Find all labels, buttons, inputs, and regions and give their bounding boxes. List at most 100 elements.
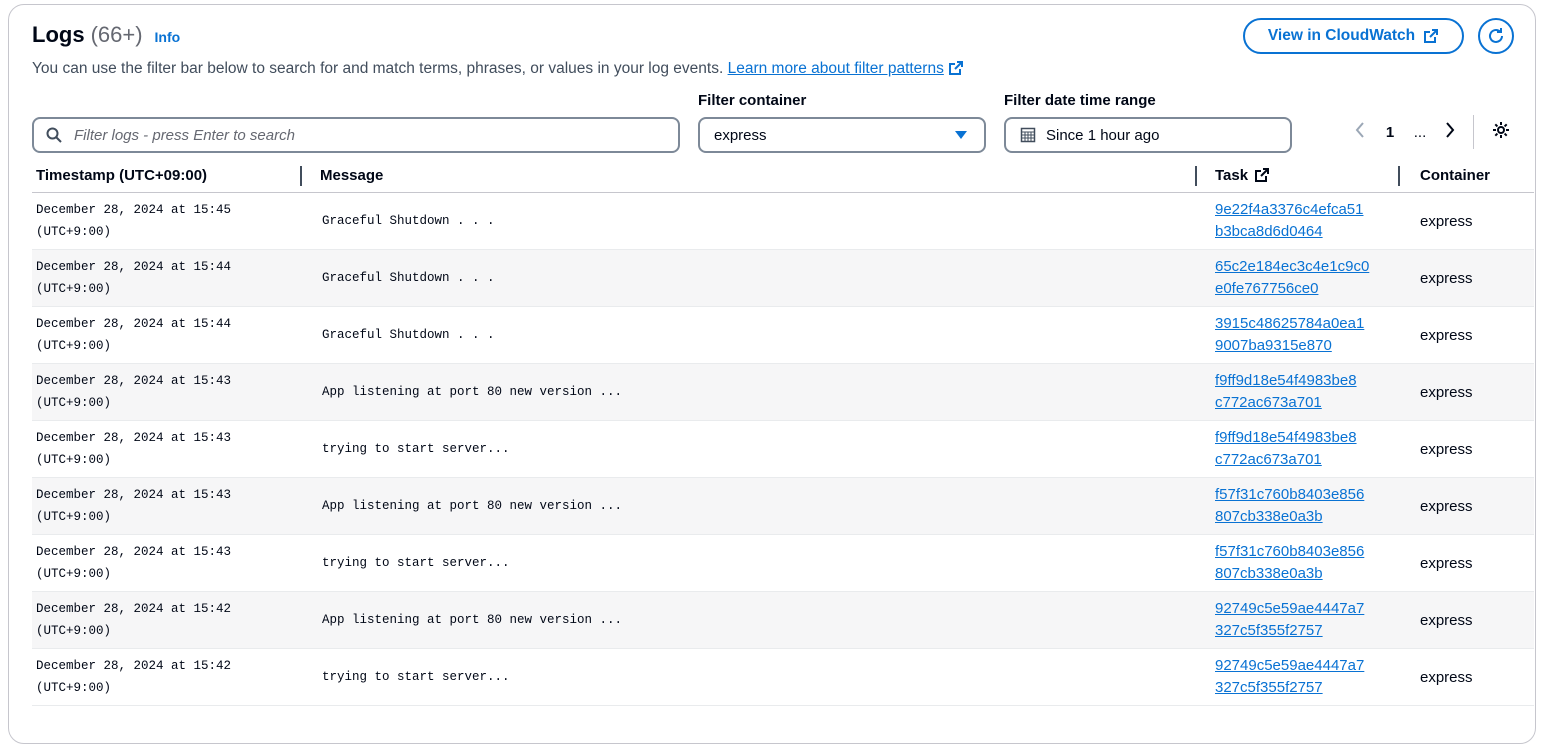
table-row: December 28, 2024 at 15:42 (UTC+9:00) App … [32, 591, 1534, 649]
task-id-part: 92749c5e59ae4447a7 [1215, 657, 1365, 674]
timestamp-cell: December 28, 2024 at 15:45 (UTC+9:00) [32, 192, 302, 250]
timestamp-tz: (UTC+9:00) [36, 567, 112, 581]
external-link-icon [1424, 29, 1439, 43]
table-row: December 28, 2024 at 15:44 (UTC+9:00) Grac… [32, 249, 1534, 307]
info-link[interactable]: Info [155, 29, 181, 45]
task-cell: 92749c5e59ae4447a7 327c5f355f2757 [1197, 591, 1400, 649]
task-id-link[interactable]: 9e22f4a3376c4efca51 b3bca8d6d0464 [1197, 199, 1385, 243]
task-id-link[interactable]: 92749c5e59ae4447a7 327c5f355f2757 [1197, 598, 1385, 642]
task-id-part: f9ff9d18e54f4983be8 [1215, 372, 1357, 389]
timestamp-date: December 28, 2024 at 15:43 [36, 545, 232, 559]
search-icon [46, 127, 62, 143]
task-id-part: 327c5f355f2757 [1215, 679, 1323, 696]
external-link-icon [948, 61, 963, 75]
task-cell: 3915c48625784a0ea1 9007ba9315e870 [1197, 306, 1400, 364]
filter-date-range[interactable]: Since 1 hour ago [1004, 117, 1292, 153]
container-cell: express [1400, 648, 1534, 706]
task-cell: 65c2e184ec3c4e1c9c0 e0fe767756ce0 [1197, 249, 1400, 307]
message-cell: trying to start server... [302, 534, 1197, 592]
task-id-part: e0fe767756ce0 [1215, 280, 1319, 297]
description: You can use the filter bar below to sear… [32, 60, 964, 78]
task-id-part: 327c5f355f2757 [1215, 622, 1323, 639]
next-page-button[interactable] [1435, 122, 1465, 142]
page-ellipsis: ... [1413, 123, 1427, 141]
message-cell: App listening at port 80 new version ... [302, 363, 1197, 421]
gear-icon [1493, 122, 1509, 138]
timestamp-tz: (UTC+9:00) [36, 624, 112, 638]
column-header-timestamp[interactable]: Timestamp (UTC+09:00) [32, 158, 302, 193]
column-header-message[interactable]: Message [302, 158, 1197, 193]
timestamp-tz: (UTC+9:00) [36, 282, 112, 296]
timestamp-cell: December 28, 2024 at 15:43 (UTC+9:00) [32, 534, 302, 592]
container-cell: express [1400, 420, 1534, 478]
learn-more-label: Learn more about filter patterns [727, 60, 944, 77]
container-name: express [1420, 326, 1473, 344]
task-id-part: 807cb338e0a3b [1215, 508, 1323, 525]
preferences-button[interactable] [1486, 121, 1516, 143]
timestamp-tz: (UTC+9:00) [36, 339, 112, 353]
log-message: Graceful Shutdown . . . [322, 328, 495, 342]
view-in-cloudwatch-button[interactable]: View in CloudWatch [1243, 18, 1464, 54]
table-row: December 28, 2024 at 15:43 (UTC+9:00) App … [32, 477, 1534, 535]
task-id-link[interactable]: f57f31c760b8403e856 807cb338e0a3b [1197, 484, 1385, 528]
log-message: trying to start server... [322, 442, 510, 456]
learn-more-link[interactable]: Learn more about filter patterns [728, 60, 964, 77]
caret-down-icon [955, 131, 967, 139]
container-name: express [1420, 668, 1473, 686]
table-row: December 28, 2024 at 15:43 (UTC+9:00) tryi… [32, 420, 1534, 478]
timestamp-date: December 28, 2024 at 15:45 [36, 203, 232, 217]
calendar-icon [1020, 127, 1036, 143]
log-message: App listening at port 80 new version ... [322, 385, 623, 399]
filter-date-value: Since 1 hour ago [1046, 126, 1160, 144]
view-in-cloudwatch-label: View in CloudWatch [1267, 27, 1416, 44]
table-row: December 28, 2024 at 15:42 (UTC+9:00) tryi… [32, 648, 1534, 706]
task-id-link[interactable]: f9ff9d18e54f4983be8 c772ac673a701 [1197, 370, 1385, 414]
table-header-row: Timestamp (UTC+09:00) Message Task Conta… [32, 158, 1534, 193]
container-cell: express [1400, 249, 1534, 307]
column-header-label: Message [320, 166, 384, 184]
column-header-task[interactable]: Task [1197, 158, 1400, 193]
container-name: express [1420, 212, 1473, 230]
filter-container-select[interactable]: express [698, 117, 986, 153]
container-cell: express [1400, 192, 1534, 250]
timestamp-date: December 28, 2024 at 15:44 [36, 317, 232, 331]
page-number[interactable]: 1 [1375, 124, 1405, 141]
task-id-link[interactable]: 3915c48625784a0ea1 9007ba9315e870 [1197, 313, 1385, 357]
task-id-link[interactable]: 92749c5e59ae4447a7 327c5f355f2757 [1197, 655, 1385, 699]
column-header-label: Timestamp (UTC+09:00) [36, 166, 208, 184]
timestamp-tz: (UTC+9:00) [36, 681, 112, 695]
refresh-icon [1489, 28, 1503, 43]
column-header-container[interactable]: Container [1400, 158, 1534, 193]
container-cell: express [1400, 591, 1534, 649]
message-cell: trying to start server... [302, 420, 1197, 478]
task-cell: f9ff9d18e54f4983be8 c772ac673a701 [1197, 363, 1400, 421]
task-id-link[interactable]: 65c2e184ec3c4e1c9c0 e0fe767756ce0 [1197, 256, 1385, 300]
container-cell: express [1400, 306, 1534, 364]
container-name: express [1420, 383, 1473, 401]
container-name: express [1420, 269, 1473, 287]
task-id-part: 9e22f4a3376c4efca51 [1215, 201, 1364, 218]
table-row: December 28, 2024 at 15:44 (UTC+9:00) Grac… [32, 306, 1534, 364]
timestamp-tz: (UTC+9:00) [36, 510, 112, 524]
timestamp-cell: December 28, 2024 at 15:44 (UTC+9:00) [32, 306, 302, 364]
task-cell: f57f31c760b8403e856 807cb338e0a3b [1197, 534, 1400, 592]
refresh-button[interactable] [1478, 18, 1514, 54]
timestamp-date: December 28, 2024 at 15:43 [36, 431, 232, 445]
log-message: trying to start server... [322, 556, 510, 570]
filter-logs-input[interactable] [72, 125, 636, 145]
timestamp-cell: December 28, 2024 at 15:42 (UTC+9:00) [32, 591, 302, 649]
logs-table: Timestamp (UTC+09:00) Message Task Conta… [32, 158, 1534, 706]
timestamp-cell: December 28, 2024 at 15:42 (UTC+9:00) [32, 648, 302, 706]
timestamp-tz: (UTC+9:00) [36, 453, 112, 467]
task-cell: 92749c5e59ae4447a7 327c5f355f2757 [1197, 648, 1400, 706]
message-cell: App listening at port 80 new version ... [302, 477, 1197, 535]
prev-page-button[interactable] [1345, 122, 1375, 142]
external-link-icon [1255, 168, 1270, 182]
timestamp-tz: (UTC+9:00) [36, 225, 112, 239]
task-id-link[interactable]: f57f31c760b8403e856 807cb338e0a3b [1197, 541, 1385, 585]
log-message: App listening at port 80 new version ... [322, 499, 623, 513]
log-message: trying to start server... [322, 670, 510, 684]
task-id-link[interactable]: f9ff9d18e54f4983be8 c772ac673a701 [1197, 427, 1385, 471]
filter-logs-search[interactable] [32, 117, 680, 153]
description-text: You can use the filter bar below to sear… [32, 60, 724, 77]
